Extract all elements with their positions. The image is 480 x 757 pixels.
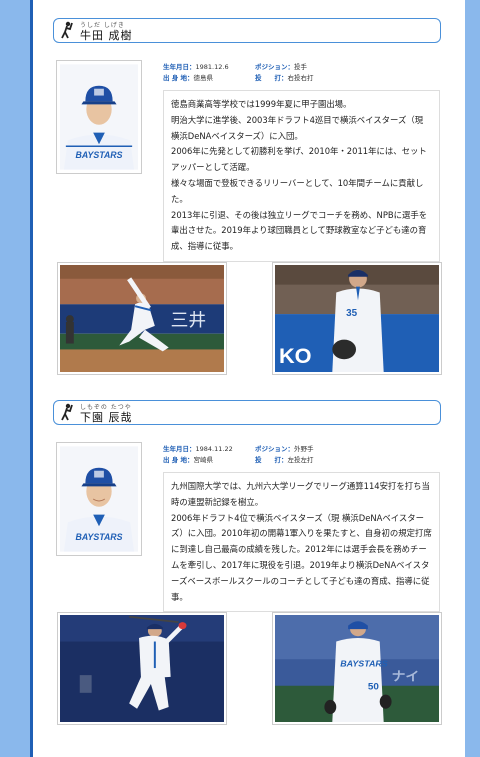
player-name-bar: うしだ しげき 牛田 成樹 — [53, 18, 441, 43]
running-photo-image: ナイ BAYSTARS 50 — [275, 615, 439, 722]
jersey-number: 35 — [346, 308, 358, 319]
player-portrait: BAYSTARS — [56, 442, 142, 556]
player-name-bar: しもぞの たつや 下園 辰哉 — [53, 400, 441, 425]
svg-text:BAYSTARS: BAYSTARS — [76, 532, 123, 542]
birth-label: 生年月日： — [163, 63, 196, 71]
player-bio: 九州国際大学では、九州六大学リーグでリーグ通算114安打を打ち当時の連盟新記録を… — [163, 472, 440, 613]
birth-value: 1981.12.6 — [195, 63, 229, 71]
svg-text:BAYSTARS: BAYSTARS — [340, 659, 388, 668]
hometown-value: 徳島県 — [193, 74, 214, 82]
batter-icon — [61, 21, 73, 39]
batter-icon — [61, 403, 73, 421]
pitching-photo-image: 三井 — [60, 265, 224, 372]
portrait-image: BAYSTARS — [60, 64, 138, 170]
position-label: ポジション： — [255, 445, 294, 453]
bio-paragraph: 様々な場面で登板できるリリーバーとして、10年間チームに貢献した。 — [171, 177, 424, 204]
svg-text:ナイ: ナイ — [392, 669, 420, 683]
action-photo-dugout: KO 35 — [272, 262, 442, 375]
jersey-number: 50 — [368, 682, 379, 691]
player-name: 牛田 成樹 — [80, 29, 133, 42]
player-bio: 徳島商業高等学校では1999年夏に甲子園出場。 明治大学に進学後、2003年ドラ… — [163, 90, 440, 262]
bio-paragraph: 2006年に先発として初勝利を挙げ、2010年・2011年には、セットアッパーと… — [171, 146, 427, 173]
right-rail — [465, 0, 480, 757]
bio-paragraph: 2013年に引退、その後は独立リーグでコーチを務め、NPBに選手を輩出させた。2… — [171, 209, 428, 252]
bio-paragraph: 九州国際大学では、九州六大学リーグでリーグ通算114安打を打ち当時の連盟新記録を… — [171, 481, 430, 507]
svg-text:BAYSTARS: BAYSTARS — [76, 150, 123, 160]
throw-bat-value: 右投右打 — [287, 74, 314, 82]
throw-bat-value: 左投左打 — [287, 456, 314, 464]
position-value: 外野手 — [294, 445, 314, 453]
svg-text:KO: KO — [279, 343, 312, 368]
player-name: 下園 辰哉 — [80, 411, 133, 424]
player-profile: しもぞの たつや 下園 辰哉 BAYSTARS 生年月日：1984.11.22 ポ… — [53, 400, 463, 725]
birth-value: 1984.11.22 — [195, 445, 233, 453]
action-photo-running: ナイ BAYSTARS 50 — [272, 612, 442, 725]
position-label: ポジション： — [255, 63, 294, 71]
bio-paragraph: 2006年ドラフト4位で横浜ベイスターズ（現 横浜DeNAベイスターズ）に入団。… — [171, 512, 432, 602]
throw-bat-label: 投 打： — [255, 74, 288, 82]
main-content: うしだ しげき 牛田 成樹 BAYSTARS 生年月日：1981.12.6 ポジシ… — [33, 0, 465, 757]
player-stats: 生年月日：1984.11.22 ポジション：外野手 出 身 地：宮崎県 投 打：左投… — [163, 444, 314, 466]
bio-paragraph: 明治大学に進学後、2003年ドラフト4巡目で横浜ベイスターズ（現 横浜DeNAベ… — [171, 114, 424, 141]
throw-bat-label: 投 打： — [255, 456, 288, 464]
hometown-label: 出 身 地： — [163, 456, 194, 464]
bio-paragraph: 徳島商業高等学校では1999年夏に甲子園出場。 — [171, 99, 352, 109]
player-profile: うしだ しげき 牛田 成樹 BAYSTARS 生年月日：1981.12.6 ポジシ… — [53, 18, 463, 375]
left-rail — [0, 0, 30, 757]
dugout-photo-image: KO 35 — [275, 265, 439, 372]
hometown-label: 出 身 地： — [163, 74, 194, 82]
stadium-sign-text: 三井 — [171, 310, 207, 331]
player-portrait: BAYSTARS — [56, 60, 142, 174]
player-stats: 生年月日：1981.12.6 ポジション：投手 出 身 地：徳島県 投 打：右投右打 — [163, 62, 314, 84]
hometown-value: 宮崎県 — [193, 456, 214, 464]
position-value: 投手 — [294, 63, 307, 71]
batting-photo-image — [60, 615, 224, 722]
action-photo-pitching: 三井 — [57, 262, 227, 375]
portrait-image: BAYSTARS — [60, 446, 138, 552]
birth-label: 生年月日： — [163, 445, 196, 453]
action-photo-batting — [57, 612, 227, 725]
